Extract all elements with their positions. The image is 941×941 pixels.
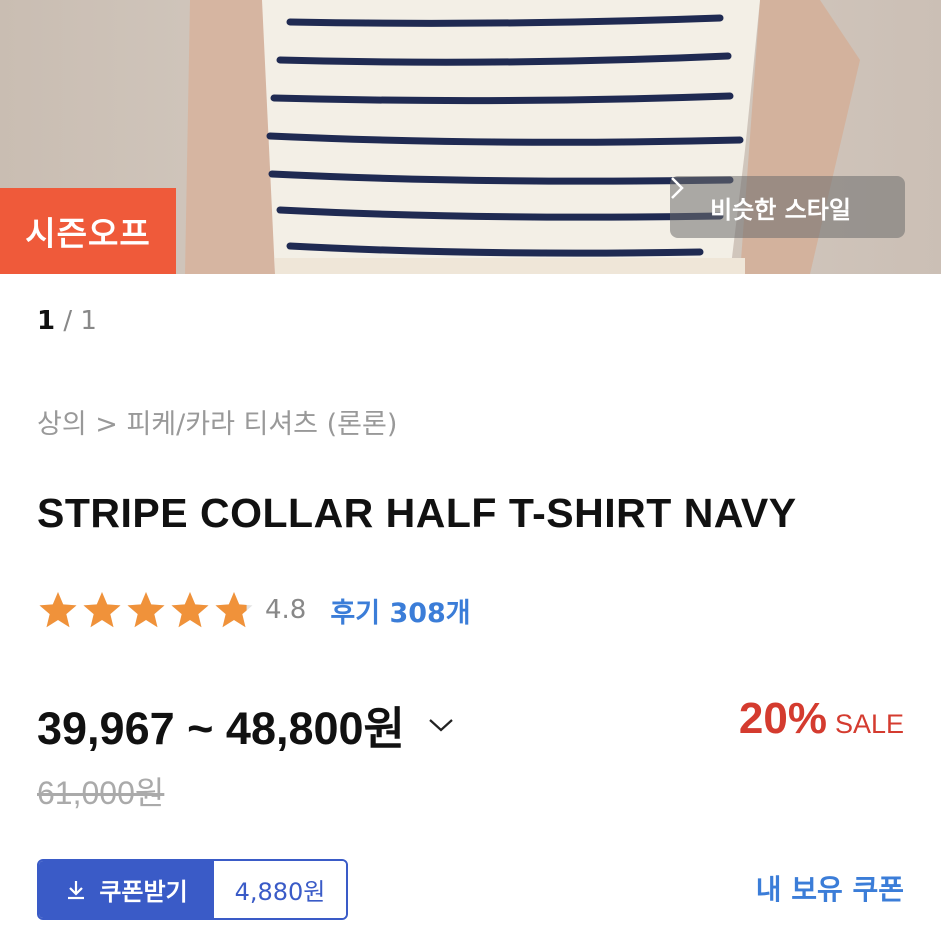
- season-off-badge: 시즌오프: [0, 188, 176, 274]
- star-icon: [171, 592, 209, 628]
- product-title: STRIPE COLLAR HALF T-SHIRT NAVY: [37, 490, 797, 536]
- image-pager: 1 / 1: [37, 306, 97, 336]
- star-rating: [37, 590, 255, 630]
- product-image[interactable]: 시즌오프 비슷한 스타일: [0, 0, 941, 274]
- rating-value: 4.8: [265, 595, 307, 625]
- my-coupons-link[interactable]: 내 보유 쿠폰: [756, 868, 904, 908]
- sale-label: SALE: [834, 709, 904, 739]
- chevron-down-icon[interactable]: [427, 715, 455, 735]
- coupon-download-button[interactable]: 쿠폰받기 4,880원: [37, 859, 348, 920]
- price-range: 39,967 ~ 48,800원: [37, 703, 405, 754]
- similar-style-label: 비슷한 스타일: [710, 195, 851, 224]
- discount-badge: 20% SALE: [739, 694, 904, 744]
- rating-row: 4.8 후기 308개: [37, 588, 471, 632]
- coupon-amount: 4,880원: [214, 861, 346, 918]
- pager-current: 1: [37, 306, 56, 336]
- review-count-link[interactable]: 후기 308개: [330, 591, 470, 630]
- star-icon: [127, 592, 165, 628]
- breadcrumb[interactable]: 상의 > 피케/카라 티셔츠 (론론): [37, 402, 397, 441]
- pager-separator: /: [55, 306, 81, 336]
- coupon-button-left[interactable]: 쿠폰받기: [39, 861, 214, 918]
- pager-total: 1: [80, 306, 97, 336]
- price-row: 39,967 ~ 48,800원: [37, 692, 455, 757]
- similar-style-button[interactable]: 비슷한 스타일: [670, 176, 905, 238]
- star-icon: [215, 592, 253, 628]
- discount-percent: 20%: [738, 694, 827, 743]
- star-icon: [83, 592, 121, 628]
- coupon-button-label: 쿠폰받기: [99, 878, 188, 906]
- download-icon: [68, 880, 85, 899]
- original-price: 61,000원: [37, 775, 165, 811]
- star-icon: [39, 592, 77, 628]
